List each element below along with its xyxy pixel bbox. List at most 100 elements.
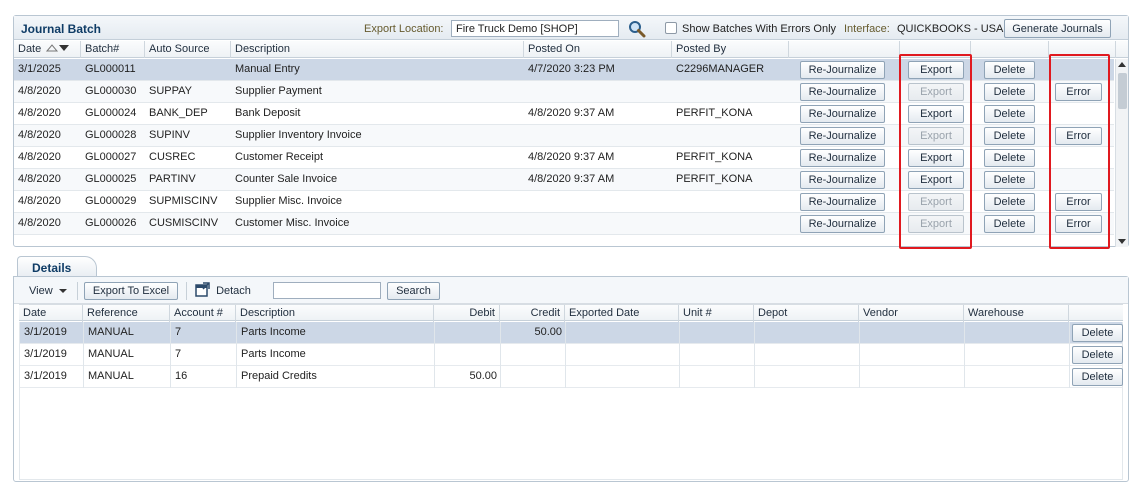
column-header-vendor[interactable]: Vendor [859,305,964,322]
journal-batch-header: Journal Batch Export Location: Show Batc… [14,16,1128,40]
journal-batch-column-headers: Date Batch# Auto Source Description Post… [14,41,1128,58]
delete-button[interactable]: Delete [984,83,1035,101]
column-header-date[interactable]: Date [19,305,83,322]
delete-button[interactable]: Delete [1072,324,1123,342]
details-column-headers: Date Reference Account # Description Deb… [19,304,1124,322]
details-search-input[interactable] [273,282,381,299]
errors-only-label: Show Batches With Errors Only [682,23,837,35]
rejournalize-button[interactable]: Re-Journalize [800,83,885,101]
cell-batch: GL000025 [85,173,137,185]
cell-source: CUSMISCINV [149,217,219,229]
column-header-posted-by[interactable]: Posted By [672,41,789,58]
detach-button[interactable]: Detach [195,282,251,301]
column-header-unit[interactable]: Unit # [679,305,754,322]
column-header-depot[interactable]: Depot [754,305,859,322]
column-header-exported-date[interactable]: Exported Date [565,305,679,322]
errors-only-checkbox[interactable] [665,22,677,34]
delete-button[interactable]: Delete [984,215,1035,233]
rejournalize-button[interactable]: Re-Journalize [800,171,885,189]
tab-details[interactable]: Details [17,256,97,277]
column-header-posted-on[interactable]: Posted On [524,41,672,58]
export-button[interactable]: Export [908,61,964,79]
cell-posted-by [672,81,789,103]
error-button[interactable]: Error [1055,83,1102,101]
journal-batch-panel: Journal Batch Export Location: Show Batc… [13,15,1129,247]
table-row[interactable]: 4/8/2020 GL000030 SUPPAY Supplier Payment Re… [14,81,1114,103]
delete-cell: Delete [1072,322,1124,344]
generate-journals-button[interactable]: Generate Journals [1004,19,1111,38]
cell-date: 3/1/2019 [24,370,67,382]
delete-button[interactable]: Delete [1072,368,1123,386]
column-header-auto-source[interactable]: Auto Source [145,41,231,58]
scroll-up-arrow-icon[interactable] [1118,62,1126,67]
error-button[interactable]: Error [1055,193,1102,211]
table-row[interactable]: 4/8/2020 GL000025 PARTINV Counter Sale Invo… [14,169,1114,191]
rejournalize-button[interactable]: Re-Journalize [800,149,885,167]
delete-button[interactable]: Delete [984,127,1035,145]
export-button[interactable]: Export [908,171,964,189]
error-button[interactable]: Error [1055,127,1102,145]
column-header-warehouse[interactable]: Warehouse [964,305,1069,322]
column-header-date[interactable]: Date [14,41,81,58]
table-row[interactable]: 4/8/2020 GL000028 SUPINV Supplier Inventory… [14,125,1114,147]
table-row[interactable]: 3/1/2019 MANUAL 16 Prepaid Credits 50.00 Dele… [20,366,1123,388]
cell-batch: GL000030 [85,85,137,97]
cell-debit: 50.00 [469,370,497,382]
delete-button[interactable]: Delete [1072,346,1123,364]
view-menu[interactable]: View [29,282,67,301]
export-button[interactable]: Export [908,105,964,123]
export-button: Export [908,215,964,233]
table-row[interactable]: 4/8/2020 GL000027 CUSREC Customer Receipt 4/… [14,147,1114,169]
rejournalize-button[interactable]: Re-Journalize [800,105,885,123]
delete-button[interactable]: Delete [984,149,1035,167]
column-header-description[interactable]: Description [236,305,434,322]
column-header-actions [1069,305,1124,322]
toolbar-divider [77,282,78,300]
journal-batch-scrollbar[interactable] [1115,59,1128,247]
delete-button[interactable]: Delete [984,171,1035,189]
table-row[interactable]: 3/1/2019 MANUAL 7 Parts Income 50.00 Delete [20,322,1124,344]
chevron-down-icon [58,289,67,293]
scroll-down-arrow-icon[interactable] [1118,239,1126,244]
rejournalize-cell: Re-Journalize [800,147,890,169]
column-header-batch[interactable]: Batch# [81,41,145,58]
cell-description: Prepaid Credits [241,370,317,382]
export-to-excel-button[interactable]: Export To Excel [84,282,178,300]
search-icon[interactable] [628,20,646,38]
rejournalize-cell: Re-Journalize [800,81,890,103]
column-header-credit[interactable]: Credit [500,305,565,322]
rejournalize-button[interactable]: Re-Journalize [800,127,885,145]
column-header-debit[interactable]: Debit [434,305,500,322]
cell-debit [435,322,501,344]
rejournalize-button[interactable]: Re-Journalize [800,215,885,233]
delete-button[interactable]: Delete [984,61,1035,79]
cell-batch: GL000027 [85,151,137,163]
table-row[interactable]: 4/8/2020 GL000024 BANK_DEP Bank Deposit 4/8/… [14,103,1114,125]
table-row[interactable]: 3/1/2025 GL000011 Manual Entry 4/7/2020 3:2… [14,59,1114,81]
cell-date: 4/8/2020 [18,129,61,141]
table-row[interactable]: 4/8/2020 GL000026 CUSMISCINV Customer Misc.… [14,213,1114,235]
column-header-reference[interactable]: Reference [83,305,170,322]
cell-batch: GL000026 [85,217,137,229]
sort-descending-icon[interactable] [46,43,70,52]
delete-button[interactable]: Delete [984,105,1035,123]
rejournalize-button[interactable]: Re-Journalize [800,61,885,79]
cell-source: SUPINV [149,129,190,141]
table-row[interactable]: 4/8/2020 GL000029 SUPMISCINV Supplier Misc.… [14,191,1114,213]
cell-description: Customer Misc. Invoice [235,217,350,229]
error-button[interactable]: Error [1055,215,1102,233]
delete-button[interactable]: Delete [984,193,1035,211]
cell-description: Customer Receipt [235,151,324,163]
column-header-account[interactable]: Account # [170,305,236,322]
column-header-description[interactable]: Description [231,41,524,58]
cell-posted-by [672,125,789,147]
scroll-thumb[interactable] [1118,73,1127,109]
table-row[interactable]: 3/1/2019 MANUAL 7 Parts Income Delete [20,344,1123,366]
export-button[interactable]: Export [908,149,964,167]
cell-reference: MANUAL [88,326,134,338]
rejournalize-button[interactable]: Re-Journalize [800,193,885,211]
cell-posted-on: 4/8/2020 9:37 AM [528,151,615,163]
export-location-input[interactable] [451,20,619,37]
cell-posted-on: 4/7/2020 3:23 PM [528,63,615,75]
details-search-button[interactable]: Search [387,282,440,300]
